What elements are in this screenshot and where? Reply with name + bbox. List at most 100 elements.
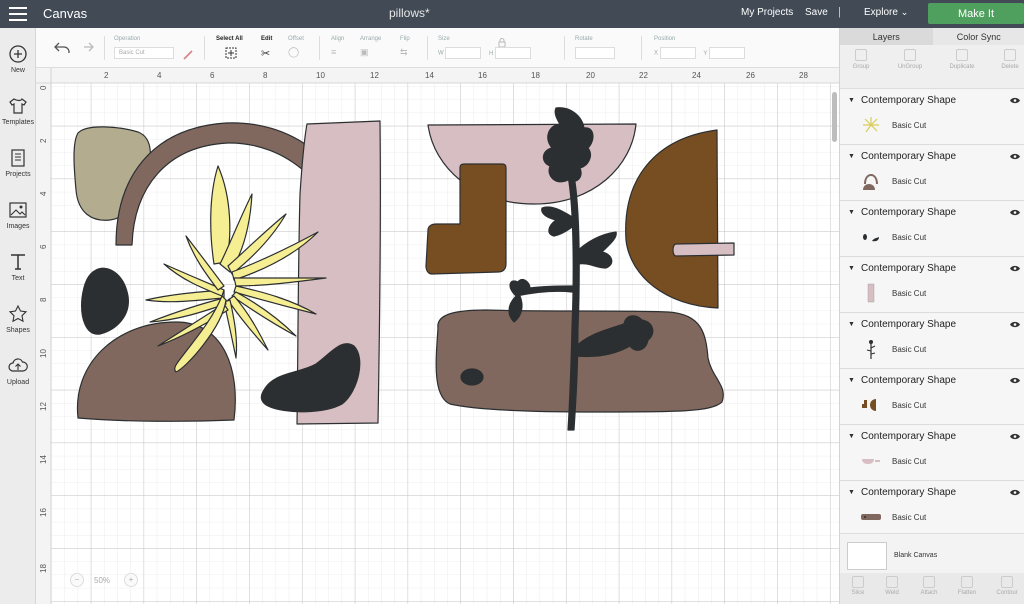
eye-icon[interactable]: [1010, 489, 1020, 496]
delete-button[interactable]: Delete: [996, 49, 1024, 70]
layer-group[interactable]: ▼ Contemporary Shape Basic Cut: [840, 202, 1024, 257]
eye-icon[interactable]: [1010, 97, 1020, 104]
caret-down-icon[interactable]: ▼: [848, 321, 855, 328]
caret-down-icon[interactable]: ▼: [848, 433, 855, 440]
select-all-group[interactable]: Select All: [216, 36, 243, 61]
ruler-left-label: 6: [39, 244, 48, 249]
layer-title: Contemporary Shape: [861, 375, 957, 386]
eye-icon[interactable]: [1010, 433, 1020, 440]
sidebar-item-images[interactable]: Images: [0, 200, 36, 230]
zoom-in-button[interactable]: +: [124, 573, 138, 587]
flatten-button[interactable]: Flatten: [954, 576, 980, 596]
select-all-icon: [225, 47, 237, 59]
layer-operation: Basic Cut: [892, 401, 927, 410]
eye-icon[interactable]: [1010, 209, 1020, 216]
pos-y-input[interactable]: [708, 47, 745, 59]
rotate-input[interactable]: [575, 47, 615, 59]
ungroup-button[interactable]: UnGroup: [892, 49, 928, 70]
mauve-slab-shape[interactable]: [435, 309, 724, 413]
caret-down-icon[interactable]: ▼: [848, 97, 855, 104]
caret-down-icon[interactable]: ▼: [848, 265, 855, 272]
make-it-button[interactable]: Make It: [928, 3, 1024, 24]
ruler-left-label: 2: [39, 138, 48, 143]
layer-group[interactable]: ▼ Contemporary Shape Basic Cut: [840, 370, 1024, 425]
sidebar-item-projects[interactable]: Projects: [0, 148, 36, 178]
flip-group[interactable]: Flip ⇆: [400, 36, 410, 58]
flatten-label: Flatten: [957, 590, 977, 596]
charcoal-dot-shape[interactable]: [460, 368, 484, 386]
rotate-label: Rotate: [575, 36, 593, 42]
ruler-left-label: 4: [39, 191, 48, 196]
ruler-top-label: 26: [746, 71, 755, 80]
align-group[interactable]: Align ≡: [331, 36, 344, 57]
sidebar-item-shapes[interactable]: Shapes: [0, 304, 36, 334]
layer-thumbnail: [866, 340, 876, 359]
layer-group[interactable]: ▼ Contemporary Shape Basic Cut: [840, 482, 1024, 537]
zoom-out-button[interactable]: −: [70, 573, 84, 587]
eye-icon[interactable]: [1010, 321, 1020, 328]
sidebar-item-new[interactable]: New: [0, 44, 36, 74]
eye-icon[interactable]: [1010, 265, 1020, 272]
size-w-input[interactable]: [445, 47, 482, 59]
caret-down-icon[interactable]: ▼: [848, 209, 855, 216]
ruler-left-label: 18: [39, 564, 48, 573]
operation-select[interactable]: Basic Cut: [114, 47, 174, 59]
pen-icon[interactable]: [182, 49, 194, 61]
group-button[interactable]: Group: [848, 49, 874, 70]
sidebar-item-templates[interactable]: Templates: [0, 96, 36, 126]
sidebar-item-upload[interactable]: Upload: [0, 356, 36, 386]
contour-button[interactable]: Contour: [992, 576, 1022, 596]
slice-button[interactable]: Slice: [846, 576, 870, 596]
tab-color-sync[interactable]: Color Sync: [932, 28, 1024, 45]
layer-group[interactable]: ▼ Contemporary Shape Basic Cut: [840, 258, 1024, 313]
canvas-color-swatch[interactable]: [847, 542, 887, 570]
arrange-group[interactable]: Arrange ▣: [360, 36, 381, 58]
eye-icon[interactable]: [1010, 153, 1020, 160]
size-h-input[interactable]: [495, 47, 532, 59]
layer-group[interactable]: ▼ Contemporary Shape Basic Cut: [840, 146, 1024, 201]
group-label: Group: [852, 64, 870, 70]
layer-group[interactable]: ▼ Contemporary Shape Basic Cut: [840, 90, 1024, 145]
my-projects-link[interactable]: My Projects: [741, 7, 793, 18]
eye-icon[interactable]: [1010, 377, 1020, 384]
canvas-scrollbar[interactable]: [832, 92, 837, 142]
project-name[interactable]: pillows*: [389, 6, 430, 20]
ruler-top-label: 16: [478, 71, 487, 80]
select-all-label: Select All: [216, 36, 243, 42]
layer-group[interactable]: ▼ Contemporary Shape Basic Cut: [840, 426, 1024, 481]
offset-label: Offset: [288, 36, 304, 42]
operation-group[interactable]: Operation Basic Cut: [114, 36, 174, 59]
caret-down-icon[interactable]: ▼: [848, 377, 855, 384]
sidebar-label-shapes: Shapes: [6, 327, 30, 334]
contour-icon: [1001, 576, 1013, 588]
left-sidebar: New Templates Projects Images Text Shape…: [0, 28, 36, 604]
weld-button[interactable]: Weld: [880, 576, 904, 596]
size-w-label: W: [438, 50, 444, 57]
ruler-top-label: 14: [425, 71, 434, 80]
menu-icon[interactable]: [9, 7, 27, 21]
canvas-svg[interactable]: 2 4 6 8 10 12 14 16 18 20 22 24 26 28 0 …: [36, 68, 839, 604]
layer-group[interactable]: ▼ Contemporary Shape Basic Cut: [840, 314, 1024, 369]
layer-operation: Basic Cut: [892, 233, 927, 242]
offset-group[interactable]: Offset ◯: [288, 36, 304, 58]
undo-icon[interactable]: [54, 41, 70, 53]
tab-layers[interactable]: Layers: [840, 28, 933, 45]
lock-icon[interactable]: [498, 38, 506, 47]
pos-x-input[interactable]: [659, 47, 696, 59]
ruler-top-label: 20: [586, 71, 595, 80]
attach-button[interactable]: Attach: [916, 576, 942, 596]
ruler-top-label: 18: [531, 71, 540, 80]
duplicate-button[interactable]: Duplicate: [944, 49, 980, 70]
caret-down-icon[interactable]: ▼: [848, 153, 855, 160]
sidebar-item-text[interactable]: Text: [0, 252, 36, 282]
position-label: Position: [654, 36, 676, 42]
save-button[interactable]: Save: [805, 7, 828, 18]
flip-label: Flip: [400, 36, 410, 42]
redo-icon[interactable]: [78, 41, 94, 53]
design-canvas[interactable]: 2 4 6 8 10 12 14 16 18 20 22 24 26 28 0 …: [36, 68, 839, 604]
pink-bar-shape[interactable]: [672, 242, 735, 257]
toolbar-divider: [319, 36, 320, 60]
caret-down-icon[interactable]: ▼: [848, 489, 855, 496]
edit-group[interactable]: Edit ✂: [261, 36, 272, 60]
explore-menu[interactable]: Explore ⌄: [864, 7, 908, 18]
